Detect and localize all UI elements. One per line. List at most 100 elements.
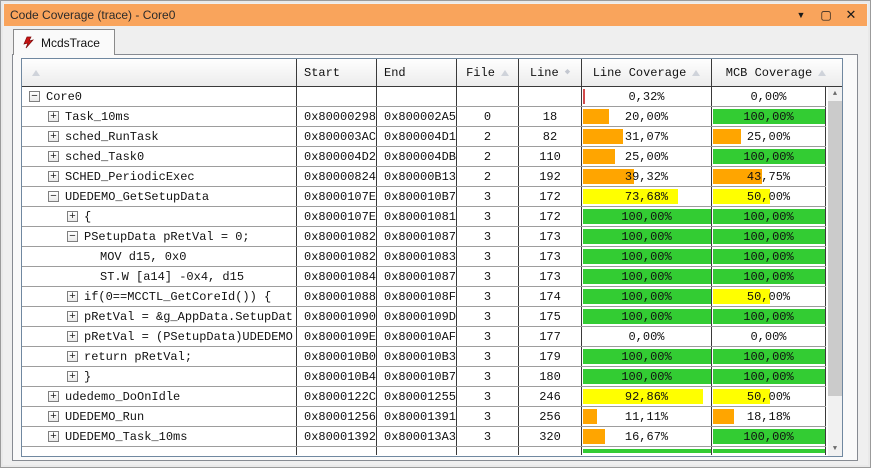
coverage-value: 50,00% [712,290,825,304]
scroll-up-button[interactable]: ▲ [828,87,842,101]
coverage-value: 100,00% [712,270,825,284]
file-value: 2 [484,150,491,164]
start-cell: 0x80001090 [297,307,377,326]
collapse-icon[interactable]: − [29,91,40,102]
collapse-icon[interactable]: − [67,231,78,242]
tab-mcdstrace[interactable]: McdsTrace [13,29,115,55]
column-header-line[interactable]: Line ◆ [519,59,582,86]
expand-icon[interactable]: + [67,211,78,222]
table-row[interactable]: +UDEDEMO_Run0x800012560x80001391325611,1… [22,407,826,427]
end-value: 0x80001081 [384,210,456,224]
line-cell [519,87,582,106]
line-value: 110 [539,150,561,164]
expand-icon[interactable]: + [48,391,59,402]
table-row[interactable]: +return pRetVal;0x800010B00x800010B33179… [22,347,826,367]
table-row[interactable]: +{0x8000107E0x800010813172100,00%100,00% [22,207,826,227]
maximize-button[interactable]: ▢ [818,7,834,23]
expand-icon[interactable]: + [67,371,78,382]
column-header-start[interactable]: Start [297,59,377,86]
table-row[interactable]: MOV d15, 0x00x800010820x800010833173100,… [22,247,826,267]
chevron-down-icon: ▼ [833,445,837,453]
table-row[interactable]: +}0x800010B40x800010B73180100,00%100,00% [22,367,826,387]
tree-cell: +sched_RunTask [22,127,297,146]
table-row[interactable]: −PSetupData pRetVal = 0;0x800010820x8000… [22,227,826,247]
line-coverage-cell [582,447,712,455]
table-row[interactable]: +sched_RunTask0x800003AC0x800004D128231,… [22,127,826,147]
expand-icon[interactable]: + [67,331,78,342]
column-header-file[interactable]: File [457,59,519,86]
collapse-icon[interactable]: − [48,191,59,202]
vertical-scrollbar[interactable]: ▲ ▼ [828,87,842,456]
file-value: 3 [484,370,491,384]
line-coverage-cell: 100,00% [582,347,712,366]
sort-icon [818,70,826,76]
expand-icon[interactable]: + [48,131,59,142]
start-cell: 0x800004D2 [297,147,377,166]
partial-table-row[interactable] [22,447,826,455]
coverage-value: 100,00% [582,210,711,224]
scrollbar-thumb[interactable] [828,101,842,396]
end-cell: 0x80001391 [377,407,457,426]
line-value: 172 [539,210,561,224]
table-row[interactable]: −Core00,32%0,00% [22,87,826,107]
table-row[interactable]: +pRetVal = (PSetupData)UDEDEMO0x8000109E… [22,327,826,347]
table-row[interactable]: +SCHED_PeriodicExec0x800008240x80000B132… [22,167,826,187]
table-row[interactable]: +pRetVal = &g_AppData.SetupDat 0x80001090… [22,307,826,327]
tree-cell: −Core0 [22,87,297,106]
file-value: 3 [484,250,491,264]
tab-page: Start End File Line ◆ Line Coverage [12,54,858,461]
table-row[interactable]: +if(0==MCCTL_GetCoreId()) {0x800010880x8… [22,287,826,307]
mcb-coverage-cell: 0,00% [712,327,826,346]
window-menu-button[interactable]: ▼ [793,7,809,23]
row-label: UDEDEMO_GetSetupData [65,190,209,204]
window-title: Code Coverage (trace) - Core0 [10,8,175,22]
expand-icon[interactable]: + [48,171,59,182]
coverage-value: 25,00% [712,130,825,144]
line-value: 173 [539,270,561,284]
expand-icon[interactable]: + [48,411,59,422]
file-cell: 3 [457,367,519,386]
column-header-line-coverage[interactable]: Line Coverage [582,59,712,86]
file-cell: 3 [457,187,519,206]
row-label: { [84,210,91,224]
table-row[interactable]: ST.W [a14] -0x4, d150x800010840x80001087… [22,267,826,287]
mcds-trace-icon [22,36,35,49]
line-coverage-cell: 25,00% [582,147,712,166]
column-header-tree[interactable] [22,59,297,86]
start-value: 0x80000298 [304,110,376,124]
start-cell: 0x80001082 [297,247,377,266]
table-row[interactable]: −UDEDEMO_GetSetupData 0x8000107E0x800010B… [22,187,826,207]
end-cell: 0x80000B13 [377,167,457,186]
window-controls: ▼ ▢ ✕ [793,7,867,23]
column-header-mcb-coverage[interactable]: MCB Coverage [712,59,840,86]
expand-icon[interactable]: + [48,431,59,442]
table-row[interactable]: +udedemo_DoOnIdle0x8000122C0x80001255324… [22,387,826,407]
end-value: 0x800013A3 [384,430,456,444]
start-value: 0x8000107E [304,190,376,204]
table-row[interactable]: +UDEDEMO_Task_10ms0x800013920x800013A333… [22,427,826,447]
expand-icon[interactable]: + [67,311,78,322]
end-cell: 0x800010B7 [377,187,457,206]
tree-cell: +pRetVal = &g_AppData.SetupDat [22,307,297,326]
expand-icon[interactable]: + [67,291,78,302]
line-cell: 246 [519,387,582,406]
table-row[interactable]: +Task_10ms0x800002980x800002A501820,00%1… [22,107,826,127]
expand-icon[interactable]: + [67,351,78,362]
tree-cell: +SCHED_PeriodicExec [22,167,297,186]
start-cell: 0x8000107E [297,207,377,226]
expand-icon[interactable]: + [48,151,59,162]
column-header-end[interactable]: End [377,59,457,86]
coverage-value: 100,00% [712,430,825,444]
end-value: 0x80001087 [384,270,456,284]
titlebar[interactable]: Code Coverage (trace) - Core0 ▼ ▢ ✕ [4,4,867,26]
expand-icon[interactable]: + [48,111,59,122]
table-row[interactable]: +sched_Task00x800004D20x800004DB211025,0… [22,147,826,167]
mcb-coverage-cell: 100,00% [712,347,826,366]
start-value: 0x80001090 [304,310,376,324]
row-label: UDEDEMO_Task_10ms [65,430,187,444]
scroll-down-button[interactable]: ▼ [828,442,842,456]
coverage-value: 100,00% [582,230,711,244]
row-label: PSetupData pRetVal = 0; [84,230,250,244]
close-button[interactable]: ✕ [843,7,859,23]
row-label: pRetVal = (PSetupData)UDEDEMO [84,330,293,344]
